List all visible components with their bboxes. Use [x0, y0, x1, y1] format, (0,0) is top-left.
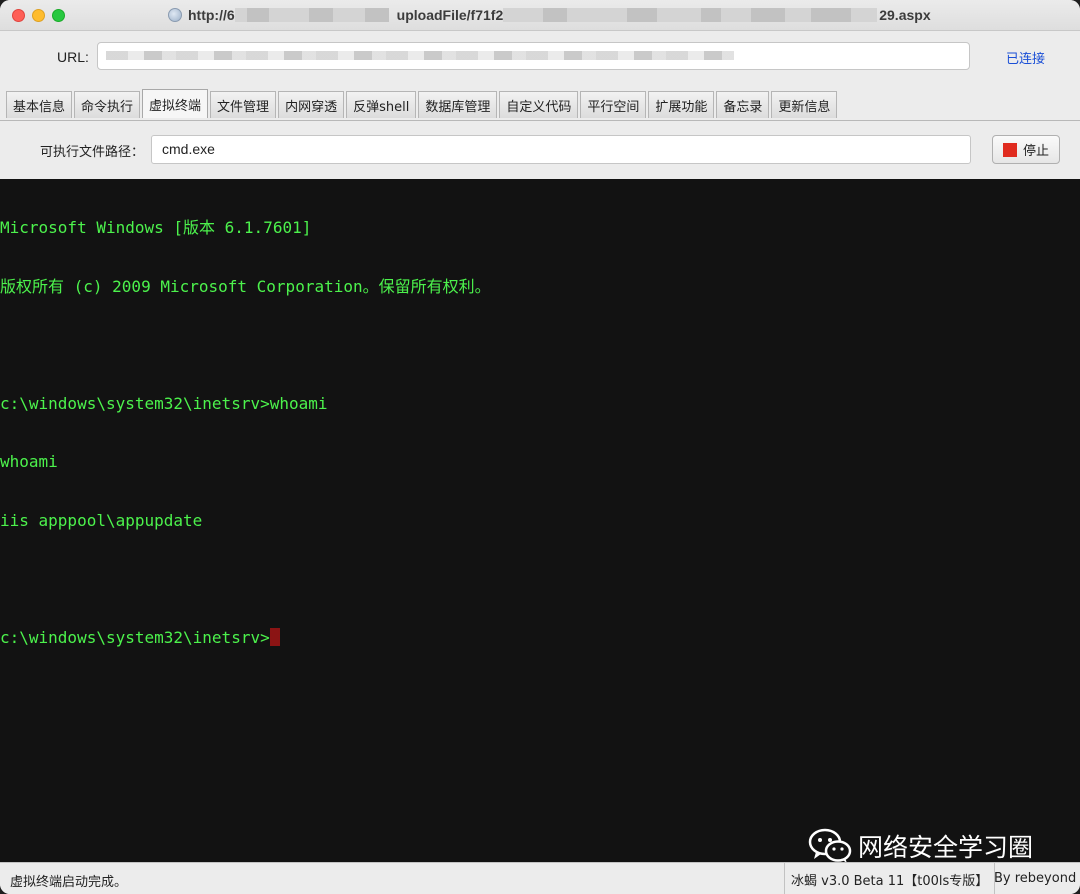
redacted-block [811, 8, 852, 22]
redacted-block [308, 8, 333, 22]
terminal-line: iis apppool\appupdate [0, 510, 203, 530]
watermark: 网络安全学习圈 [808, 826, 1033, 866]
redacted-block [701, 8, 722, 22]
redacted-block [657, 8, 702, 22]
terminal-output[interactable]: Microsoft Windows [版本 6.1.7601] 版权所有 (c)… [0, 179, 1080, 862]
redacted-block [751, 8, 786, 22]
redacted-block [627, 8, 658, 22]
terminal-line: whoami [0, 452, 58, 471]
url-input[interactable] [97, 42, 970, 70]
redacted-block [246, 8, 269, 22]
tab-memo[interactable]: 备忘录 [716, 91, 770, 118]
url-row: URL: 已连接 [0, 31, 1080, 85]
redacted-block [268, 8, 309, 22]
tab-basic-info[interactable]: 基本信息 [6, 91, 73, 118]
globe-icon [168, 8, 182, 22]
tab-extensions[interactable]: 扩展功能 [648, 91, 715, 118]
watermark-text: 网络安全学习圈 [858, 833, 1034, 862]
tab-intranet-tunnel[interactable]: 内网穿透 [278, 91, 345, 118]
redacted-block [503, 8, 544, 22]
tab-virtual-terminal[interactable]: 虚拟终端 [142, 89, 209, 118]
tab-database-manager[interactable]: 数据库管理 [418, 91, 498, 118]
terminal-line: Microsoft Windows [版本 6.1.7601] [0, 218, 312, 237]
wechat-icon [808, 828, 852, 863]
url-label: URL: [57, 49, 89, 65]
terminal-prompt-line: c:\windows\system32\inetsrv> [0, 627, 1080, 648]
redacted-block [851, 8, 878, 22]
tab-file-manager[interactable]: 文件管理 [210, 91, 277, 118]
tab-reverse-shell[interactable]: 反弹shell [346, 91, 417, 118]
window-title-middle: uploadFile/f71f2 [396, 7, 504, 23]
tab-custom-code[interactable]: 自定义代码 [499, 91, 579, 118]
executable-path-label: 可执行文件路径： [40, 145, 145, 160]
app-window: http://6 uploadFile/f71f2 29.aspx URL: 已… [0, 0, 1080, 894]
minimize-window-button[interactable] [32, 9, 45, 22]
window-title: http://6 uploadFile/f71f2 29.aspx [168, 5, 931, 25]
redacted-url [106, 51, 734, 60]
author-label: By rebeyond [994, 871, 1077, 886]
title-bar: http://6 uploadFile/f71f2 29.aspx [0, 0, 1080, 31]
tab-update-info[interactable]: 更新信息 [771, 91, 838, 118]
zoom-window-button[interactable] [52, 9, 65, 22]
redacted-block [364, 8, 389, 22]
connection-status: 已连接 [1006, 52, 1046, 67]
stop-button[interactable]: 停止 [992, 135, 1060, 164]
status-message: 虚拟终端启动完成。 [10, 875, 128, 890]
status-bar: 虚拟终端启动完成。 冰蝎 v3.0 Beta 11【t00ls专版】 By re… [0, 862, 1080, 894]
version-label: 冰蝎 v3.0 Beta 11【t00ls专版】 [784, 863, 996, 894]
redacted-block [567, 8, 628, 22]
redacted-block [785, 8, 812, 22]
stop-button-label: 停止 [1022, 144, 1049, 159]
terminal-prompt: c:\windows\system32\inetsrv> [0, 627, 270, 647]
executable-path-row: 可执行文件路径： cmd.exe 停止 [0, 121, 1080, 179]
terminal-line: c:\windows\system32\inetsrv>whoami [0, 393, 328, 413]
terminal-cursor [269, 627, 280, 646]
tab-bar: 基本信息 命令执行 虚拟终端 文件管理 内网穿透 反弹shell 数据库管理 自… [0, 88, 1080, 121]
redacted-block [543, 8, 568, 22]
tab-command-exec[interactable]: 命令执行 [74, 91, 141, 118]
window-title-suffix: 29.aspx [879, 7, 931, 23]
window-title-prefix: http://6 [188, 7, 235, 23]
executable-path-input[interactable]: cmd.exe [151, 135, 971, 164]
stop-icon [1002, 142, 1017, 157]
redacted-block [332, 8, 365, 22]
redacted-block [721, 8, 752, 22]
redacted-block [234, 8, 247, 22]
terminal-line: 版权所有 (c) 2009 Microsoft Corporation。保留所有… [0, 276, 491, 296]
close-window-button[interactable] [12, 9, 25, 22]
tab-list: 基本信息 命令执行 虚拟终端 文件管理 内网穿透 反弹shell 数据库管理 自… [6, 89, 839, 118]
tab-parallel-space[interactable]: 平行空间 [580, 91, 647, 118]
